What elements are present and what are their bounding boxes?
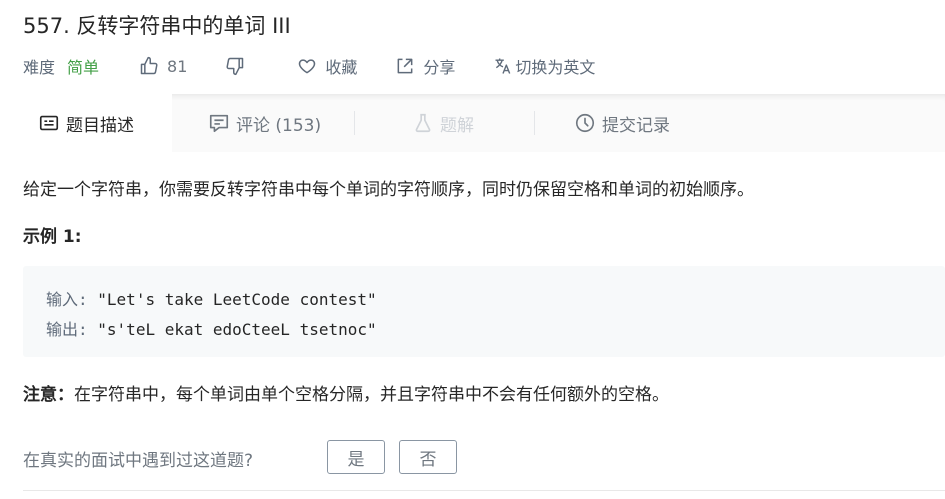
tab-description-label: 题目描述 <box>66 115 134 136</box>
clock-icon <box>575 113 595 133</box>
tab-submissions[interactable]: 提交记录 <box>574 94 670 152</box>
interview-question: 在真实的面试中遇到过这道题? <box>23 451 254 471</box>
note-label: 注意： <box>23 385 74 405</box>
tab-solution-label: 题解 <box>440 115 474 136</box>
example-title: 示例 1: <box>23 227 82 247</box>
flask-icon <box>415 113 431 133</box>
tab-bar: 题目描述 评论 (153) 题解 提交记录 <box>0 94 945 152</box>
translate-label: 切换为英文 <box>515 58 596 77</box>
tab-solution: 题解 <box>412 94 474 152</box>
problem-meta-bar: 难度 简单 81 收藏 分享 切换为英文 <box>23 54 595 78</box>
tab-divider <box>354 111 355 135</box>
share-label: 分享 <box>423 58 456 77</box>
difficulty-label: 难度 <box>23 58 56 77</box>
tab-divider <box>534 111 535 135</box>
interview-yes-button[interactable]: 是 <box>327 440 385 474</box>
tab-comments[interactable]: 评论 (153) <box>208 94 321 152</box>
interview-no-button[interactable]: 否 <box>399 440 457 474</box>
example-code-block: 输入: "Let's take LeetCode contest" 输出: "s… <box>23 266 945 357</box>
like-button[interactable]: 81 <box>139 56 187 76</box>
thumbs-up-icon <box>140 56 158 75</box>
favorite-label: 收藏 <box>325 58 358 77</box>
thumbs-down-icon <box>226 57 244 76</box>
translate-icon <box>495 58 511 74</box>
problem-description: 给定一个字符串，你需要反转字符串中每个单词的字符顺序，同时仍保留空格和单词的初始… <box>23 180 754 200</box>
translate-button[interactable]: 切换为英文 <box>493 54 595 78</box>
example-output-line: 输出: "s'teL ekat edoCteeL tsetnoc" <box>46 316 377 340</box>
example-input-line: 输入: "Let's take LeetCode contest" <box>46 286 377 310</box>
problem-title: 557. 反转字符串中的单词 III <box>23 14 291 38</box>
favorite-button[interactable]: 收藏 <box>297 54 357 78</box>
like-count: 81 <box>167 56 188 76</box>
example-output-label: 输出: <box>46 320 88 339</box>
heart-icon <box>299 59 316 74</box>
section-divider <box>23 490 945 491</box>
problem-page: 557. 反转字符串中的单词 III 难度 简单 81 收藏 分享 切换为英文 … <box>0 0 945 499</box>
description-icon <box>39 115 59 131</box>
dislike-button[interactable] <box>225 56 245 76</box>
tab-submissions-label: 提交记录 <box>602 115 670 136</box>
tab-description[interactable]: 题目描述 <box>0 94 172 152</box>
example-input-label: 输入: <box>46 290 88 309</box>
comment-icon <box>209 114 229 133</box>
example-input-value: "Let's take LeetCode contest" <box>97 290 377 309</box>
difficulty-badge: 简单 <box>67 58 100 77</box>
share-button[interactable]: 分享 <box>395 54 455 78</box>
note-text: 在字符串中，每个单词由单个空格分隔，并且字符串中不会有任何额外的空格。 <box>74 385 669 405</box>
problem-note: 注意：在字符串中，每个单词由单个空格分隔，并且字符串中不会有任何额外的空格。 <box>23 380 669 405</box>
tab-comments-label: 评论 (153) <box>236 115 322 136</box>
example-output-value: "s'teL ekat edoCteeL tsetnoc" <box>97 320 377 339</box>
share-icon <box>397 58 413 74</box>
